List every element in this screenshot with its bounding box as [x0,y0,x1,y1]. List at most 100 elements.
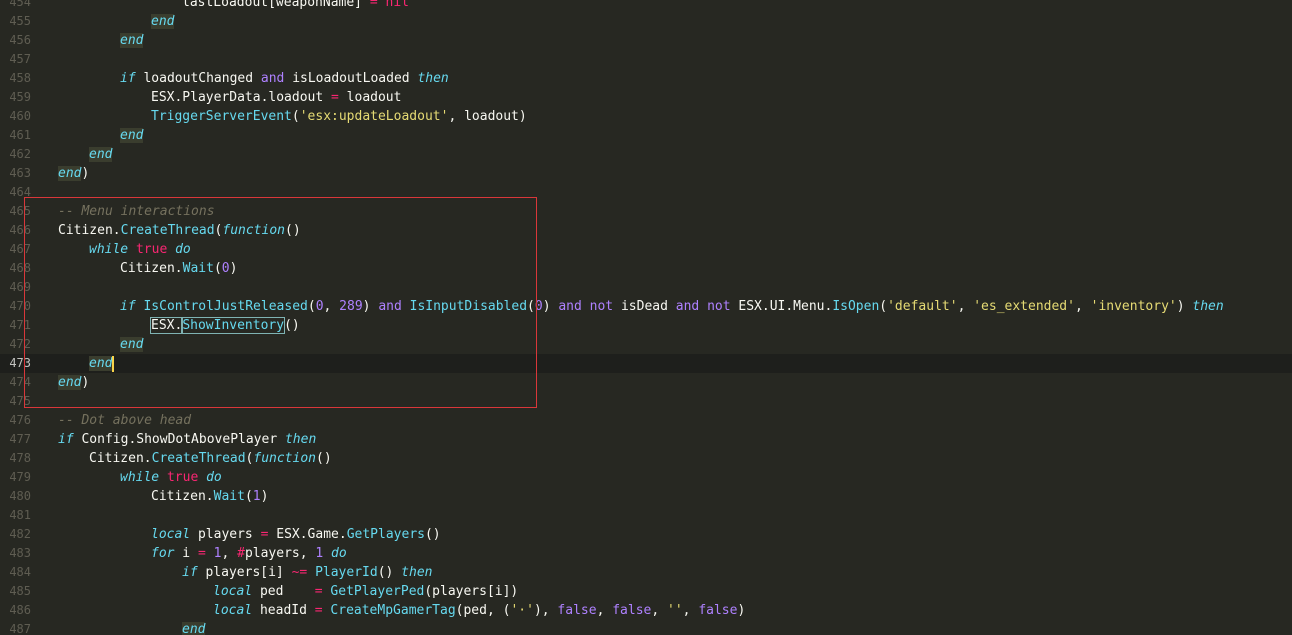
code-token: ESX.PlayerData.loadout [151,90,332,105]
code-line[interactable]: 471 ESX.ShowInventory() [0,316,1292,335]
code-token: loadout [338,90,402,105]
code-token: (players[i]) [424,584,519,599]
line-number: 481 [9,508,31,522]
code-line[interactable]: 466 Citizen.CreateThread(function() [0,221,1292,240]
code-text: local players = ESX.Game.GetPlayers() [151,525,441,544]
code-line[interactable]: 460 TriggerServerEvent('esx:updateLoadout… [0,107,1292,126]
code-line[interactable]: 483 for i = 1, #players, 1 do [0,544,1292,563]
code-line[interactable]: 456 end [0,31,1292,50]
code-token: 'es_extended' [973,299,1075,314]
code-token: , [596,603,613,618]
code-line[interactable]: 473 end [0,354,1292,373]
code-line[interactable]: 482 local players = ESX.Game.GetPlayers() [0,525,1292,544]
line-number: 478 [9,451,31,465]
code-text: Citizen.Wait(1) [151,487,268,506]
code-line[interactable]: 475 [0,392,1292,411]
code-token: # [237,546,245,561]
code-text: Citizen.Wait(0) [120,259,237,278]
code-text: -- Dot above head [58,411,191,430]
code-line[interactable]: 455 end [0,12,1292,31]
code-token: ), [533,603,558,618]
line-number: 486 [9,603,31,617]
line-number: 473 [9,356,31,370]
code-token: , [323,299,340,314]
code-line[interactable]: 467 while true do [0,240,1292,259]
code-token: Wait [213,489,245,504]
code-token: () [377,565,402,580]
code-line[interactable]: 461 end [0,126,1292,145]
code-token: do [167,242,191,257]
code-line[interactable]: 480 Citizen.Wait(1) [0,487,1292,506]
code-token: () [316,451,332,466]
code-token: end [120,128,144,143]
code-line[interactable]: 468 Citizen.Wait(0) [0,259,1292,278]
code-line[interactable]: 470 if IsControlJustReleased(0, 289) and … [0,297,1292,316]
code-line[interactable]: 469 [0,278,1292,297]
code-line[interactable]: 457 [0,50,1292,69]
code-text: end) [58,164,89,183]
code-token: end [58,166,82,181]
code-text: while true do [89,240,191,259]
code-text: ESX.ShowInventory() [149,316,300,335]
code-token: end [58,375,82,390]
code-line[interactable]: 481 [0,506,1292,525]
code-line[interactable]: 487 end [0,620,1292,635]
code-line[interactable]: 464 [0,183,1292,202]
code-token: , [682,603,699,618]
code-editor[interactable]: 454 lastLoadout[weaponName] = nil 455 end 45… [0,0,1292,635]
code-token: for [151,546,175,561]
code-text: end [89,354,115,373]
code-line[interactable]: 484 if players[i] ~= PlayerId() then [0,563,1292,582]
line-number: 472 [9,337,31,351]
code-line[interactable]: 486 local headId = CreateMpGamerTag(ped, … [0,601,1292,620]
code-token: -- Dot above head [58,413,192,428]
line-number: 461 [9,128,31,142]
code-lines: 454 lastLoadout[weaponName] = nil 455 end 45… [0,0,1292,635]
code-line[interactable]: 476 -- Dot above head [0,411,1292,430]
code-line[interactable]: 485 local ped = GetPlayerPed(players[i]) [0,582,1292,601]
line-number: 457 [9,52,31,66]
code-token: Config.ShowDotAbovePlayer [73,432,285,447]
highlighted-token: ShowInventory [181,317,286,334]
line-number: 479 [9,470,31,484]
code-line[interactable]: 462 end [0,145,1292,164]
code-line[interactable]: 472 end [0,335,1292,354]
code-line[interactable]: 477 if Config.ShowDotAbovePlayer then [0,430,1292,449]
code-token: players, [244,546,316,561]
code-token: then [284,432,317,447]
code-token: then [417,71,449,86]
code-token: and not [558,299,614,314]
highlighted-token: ESX. [149,317,184,334]
code-token: true [159,470,199,485]
code-token: = [369,0,378,10]
code-line[interactable]: 459 ESX.PlayerData.loadout = loadout [0,88,1292,107]
code-token: ( [213,261,222,276]
line-number: 480 [9,489,31,503]
code-line[interactable]: 454 lastLoadout[weaponName] = nil [0,0,1292,12]
code-line[interactable]: 465 -- Menu interactions [0,202,1292,221]
line-number: 459 [9,90,31,104]
code-line[interactable]: 463 end) [0,164,1292,183]
code-token: , [1074,299,1091,314]
code-token: end [120,33,144,48]
code-line[interactable]: 474 end) [0,373,1292,392]
code-token: TriggerServerEvent [151,109,292,124]
code-token: function [253,451,316,466]
code-token: do [198,470,222,485]
code-text: local ped = GetPlayerPed(players[i]) [213,582,518,601]
code-token: if [120,71,136,86]
code-line[interactable]: 479 while true do [0,468,1292,487]
code-token: i [174,546,198,561]
code-line[interactable]: 458 if loadoutChanged and isLoadoutLoaded… [0,69,1292,88]
code-token: ( [307,299,316,314]
code-token: GetPlayerPed [330,584,425,599]
code-token: end [120,337,144,352]
code-token: 0 [534,299,543,314]
code-token: , [957,299,974,314]
line-number: 487 [9,622,31,635]
code-token: = [314,603,323,618]
code-line[interactable]: 478 Citizen.CreateThread(function() [0,449,1292,468]
code-token: false [557,603,597,618]
code-token: , [221,546,238,561]
